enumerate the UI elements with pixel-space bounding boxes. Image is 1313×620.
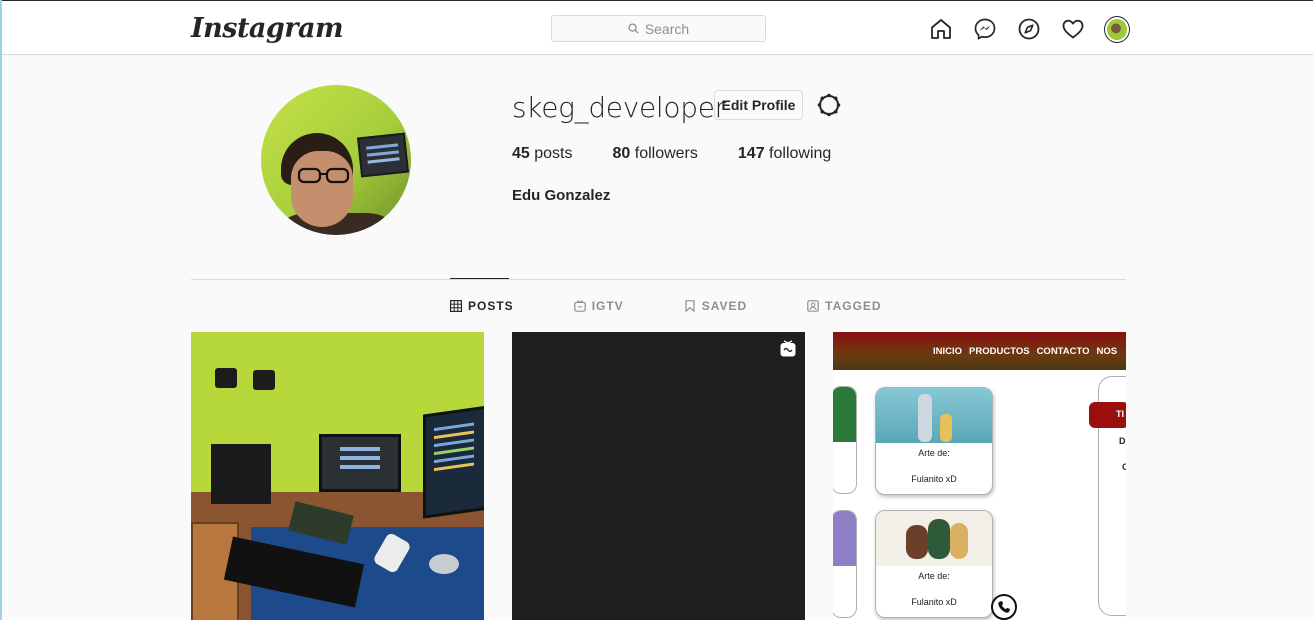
profile-avatar[interactable] [1104,15,1130,43]
mockup-card-edge [833,386,857,494]
following-label: following [769,145,832,162]
avatar-thumbnail [1104,15,1130,43]
reel-icon [780,340,796,357]
tabs-divider [191,279,1126,280]
followers-label: followers [634,145,698,162]
posts-count: 45 [512,145,530,162]
active-tab-indicator [450,278,509,279]
mockup-side-letter-2: C [1122,462,1126,472]
tab-saved-label: SAVED [701,299,748,313]
grid-icon [450,300,462,312]
tab-igtv[interactable]: IGTV [573,299,624,313]
followers-count: 80 [612,145,631,162]
mockup-menu-inicio: INICIO [933,345,963,357]
mockup-card-2-line2: Fulanito xD [911,597,957,607]
followers-stat[interactable]: 80 followers [613,145,698,163]
posts-label: posts [534,145,573,162]
tab-tagged-label: TAGGED [825,299,882,313]
tab-igtv-label: IGTV [591,299,624,313]
tab-saved[interactable]: SAVED [684,299,747,313]
following-count: 147 [737,145,765,162]
post-thumbnail-3[interactable]: INICIO PRODUCTOS CONTACTO NOS Arte de: F… [833,332,1126,620]
post-thumbnail-2[interactable] [512,332,805,620]
search-icon [628,23,639,34]
mockup-side-letter-1: D [1119,436,1126,446]
mockup-card-edge [833,510,857,618]
tab-posts-label: POSTS [468,299,514,313]
post-thumbnail-1[interactable] [191,332,484,620]
following-stat[interactable]: 147 following [738,145,831,163]
tab-posts[interactable]: POSTS [450,299,514,313]
mockup-menu-nos: NOS [1096,345,1118,357]
mockup-card-1-line1: Arte de: [918,448,950,458]
heart-icon[interactable] [1060,16,1086,42]
search-placeholder: Search [644,20,690,37]
search-input[interactable]: Search [551,15,766,42]
posts-stat: 45 posts [512,145,573,163]
bookmark-icon [685,300,695,312]
mockup-card-2-line1: Arte de: [918,571,950,581]
settings-gear-icon[interactable] [816,92,842,118]
profile-username: skeg_developer [512,91,726,124]
profile-picture[interactable] [261,85,411,235]
tab-tagged[interactable]: TAGGED [807,299,881,313]
explore-icon[interactable] [1016,16,1042,42]
tagged-icon [807,300,819,312]
mockup-red-tab: TI [1089,402,1126,428]
nav-icon-group [928,15,1130,43]
top-navigation-bar: Instagram Search [2,0,1313,55]
profile-tabs: POSTS IGTV SAVED TAGGED [450,299,882,313]
mockup-art-card-2: Arte de: Fulanito xD [875,510,993,618]
igtv-icon [573,300,586,312]
messenger-icon[interactable] [972,16,998,42]
mockup-menu-contacto: CONTACTO [1036,345,1090,357]
edit-profile-button[interactable]: Edit Profile [714,90,803,120]
mockup-menu-productos: PRODUCTOS [969,345,1030,357]
phone-icon [991,594,1017,620]
mockup-card-1-line2: Fulanito xD [911,474,957,484]
profile-full-name: Edu Gonzalez [512,187,611,204]
profile-stats: 45 posts 80 followers 147 following [512,145,831,163]
home-icon[interactable] [928,16,954,42]
instagram-logo[interactable]: Instagram [191,13,344,44]
mockup-art-card-1: Arte de: Fulanito xD [875,387,993,495]
mockup-menu-bar: INICIO PRODUCTOS CONTACTO NOS [833,332,1126,370]
